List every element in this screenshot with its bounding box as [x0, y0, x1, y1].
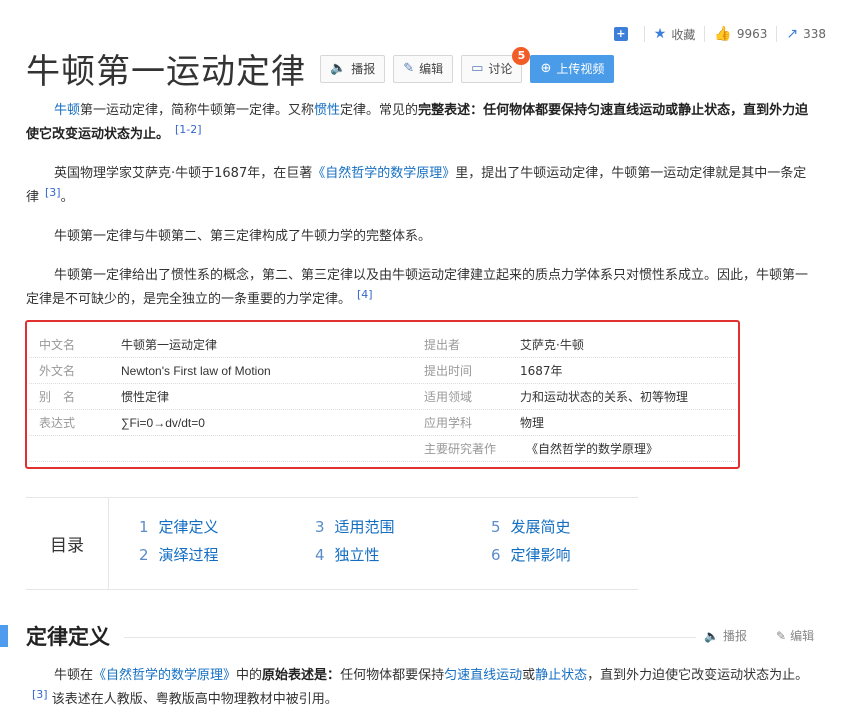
definition-paragraph: 牛顿在《自然哲学的数学原理》中的原始表述是：任何物体都要保持匀速直线运动或静止状…: [32, 668, 809, 707]
discuss-button[interactable]: ▭ 讨论 5: [461, 46, 531, 83]
summary-paragraph-3: 牛顿第一定律与牛顿第二、第三定律构成了牛顿力学的完整体系。: [54, 229, 432, 244]
toc-item[interactable]: 2 演绎过程: [139, 544, 219, 565]
ref-1-2[interactable]: [1-2]: [175, 123, 202, 136]
pencil-icon: ✎: [403, 61, 415, 76]
ref-3-b[interactable]: [3]: [32, 688, 48, 701]
link-uniform-motion[interactable]: 匀速直线运动: [444, 668, 522, 683]
infobox-row: 外文名 Newton's First law of Motion 提出时间 16…: [29, 358, 736, 384]
toc-item[interactable]: 5 发展简史: [491, 516, 571, 537]
upload-label: 上传视频: [556, 62, 605, 76]
share-icon: ↗: [786, 26, 799, 42]
infobox-row: 表达式 ∑Fi=0→dv/dt=0 应用学科 物理: [29, 410, 736, 436]
share-count: 338: [803, 27, 826, 41]
table-of-contents: 目录 1 定律定义 2 演绎过程 3 适用范围 4 独立性 5 发展简史 6 定律影响: [26, 497, 638, 590]
infobox-row: 主要研究著作 《自然哲学的数学原理》: [29, 436, 736, 462]
ref-4[interactable]: [4]: [357, 288, 373, 301]
like-button[interactable]: 👍 9963: [704, 26, 776, 42]
section-broadcast-button[interactable]: 🔈 播报: [704, 627, 747, 644]
broadcast-label: 播报: [351, 62, 376, 76]
infobox-row: 别 名 惯性定律 适用领域 力和运动状态的关系、初等物理: [29, 384, 736, 410]
speaker-icon: 🔈: [330, 61, 347, 76]
broadcast-button[interactable]: 🔈 播报: [320, 54, 386, 83]
discuss-label: 讨论: [488, 62, 513, 76]
speaker-icon: 🔈: [704, 628, 719, 643]
comment-icon: ▭: [471, 61, 484, 76]
section-accent-bar: [0, 625, 8, 647]
add-icon[interactable]: +: [613, 27, 628, 41]
star-icon: ★: [653, 26, 667, 42]
favorite-label: 收藏: [671, 27, 696, 42]
link-inertia[interactable]: 惯性: [314, 103, 340, 118]
toc-item[interactable]: 3 适用范围: [315, 516, 395, 537]
toc-title: 目录: [26, 498, 109, 589]
ref-3[interactable]: [3]: [45, 186, 61, 199]
toc-grid: 1 定律定义 2 演绎过程 3 适用范围 4 独立性 5 发展简史 6 定律影响: [109, 498, 638, 589]
page-title: 牛顿第一运动定律: [26, 52, 306, 92]
share-button[interactable]: ↗ 338: [776, 26, 835, 42]
toc-item[interactable]: 1 定律定义: [139, 516, 219, 537]
section-title: 定律定义: [26, 624, 110, 649]
summary-paragraph-4: 牛顿第一定律给出了惯性系的概念，第二、第三定律以及由牛顿运动定律建立起来的质点力…: [26, 268, 809, 307]
like-count: 9963: [736, 27, 768, 41]
upload-video-button[interactable]: ⊕ 上传视频: [530, 54, 615, 83]
edit-button[interactable]: ✎ 编辑: [393, 54, 454, 83]
section-divider: [124, 637, 696, 638]
edit-label: 编辑: [419, 62, 444, 76]
toc-item[interactable]: 6 定律影响: [491, 544, 571, 565]
section-edit-button[interactable]: ✎ 编辑: [776, 627, 814, 644]
summary-paragraph-2: 英国物理学家艾萨克·牛顿于1687年，在巨著《自然哲学的数学原理》里，提出了牛顿…: [26, 166, 807, 205]
infobox: 中文名 牛顿第一运动定律 提出者 艾萨克·牛顿 外文名 Newton's Fir…: [25, 320, 740, 469]
discuss-badge: 5: [512, 46, 531, 65]
plus-circle-icon: ⊕: [540, 61, 552, 76]
link-principia[interactable]: 《自然哲学的数学原理》: [312, 166, 455, 181]
link-newton[interactable]: 牛顿: [54, 103, 80, 118]
favorite-button[interactable]: ★ 收藏: [643, 26, 705, 42]
link-static-state[interactable]: 静止状态: [535, 668, 587, 683]
stats-bar: + ★ 收藏 👍 9963 ↗ 338: [613, 26, 835, 42]
toc-item[interactable]: 4 独立性: [315, 544, 380, 565]
infobox-row: 中文名 牛顿第一运动定律 提出者 艾萨克·牛顿: [29, 332, 736, 358]
summary-paragraph-1: 牛顿第一运动定律，简称牛顿第一定律。又称惯性定律。常见的完整表述：任何物体都要保…: [26, 103, 809, 142]
thumbs-up-icon: 👍: [714, 26, 732, 42]
pencil-icon: ✎: [776, 628, 787, 643]
link-principia-2[interactable]: 《自然哲学的数学原理》: [93, 668, 236, 683]
title-row: 牛顿第一运动定律 🔈 播报 ✎ 编辑 ▭ 讨论 5 ⊕ 上传视频: [26, 44, 622, 93]
